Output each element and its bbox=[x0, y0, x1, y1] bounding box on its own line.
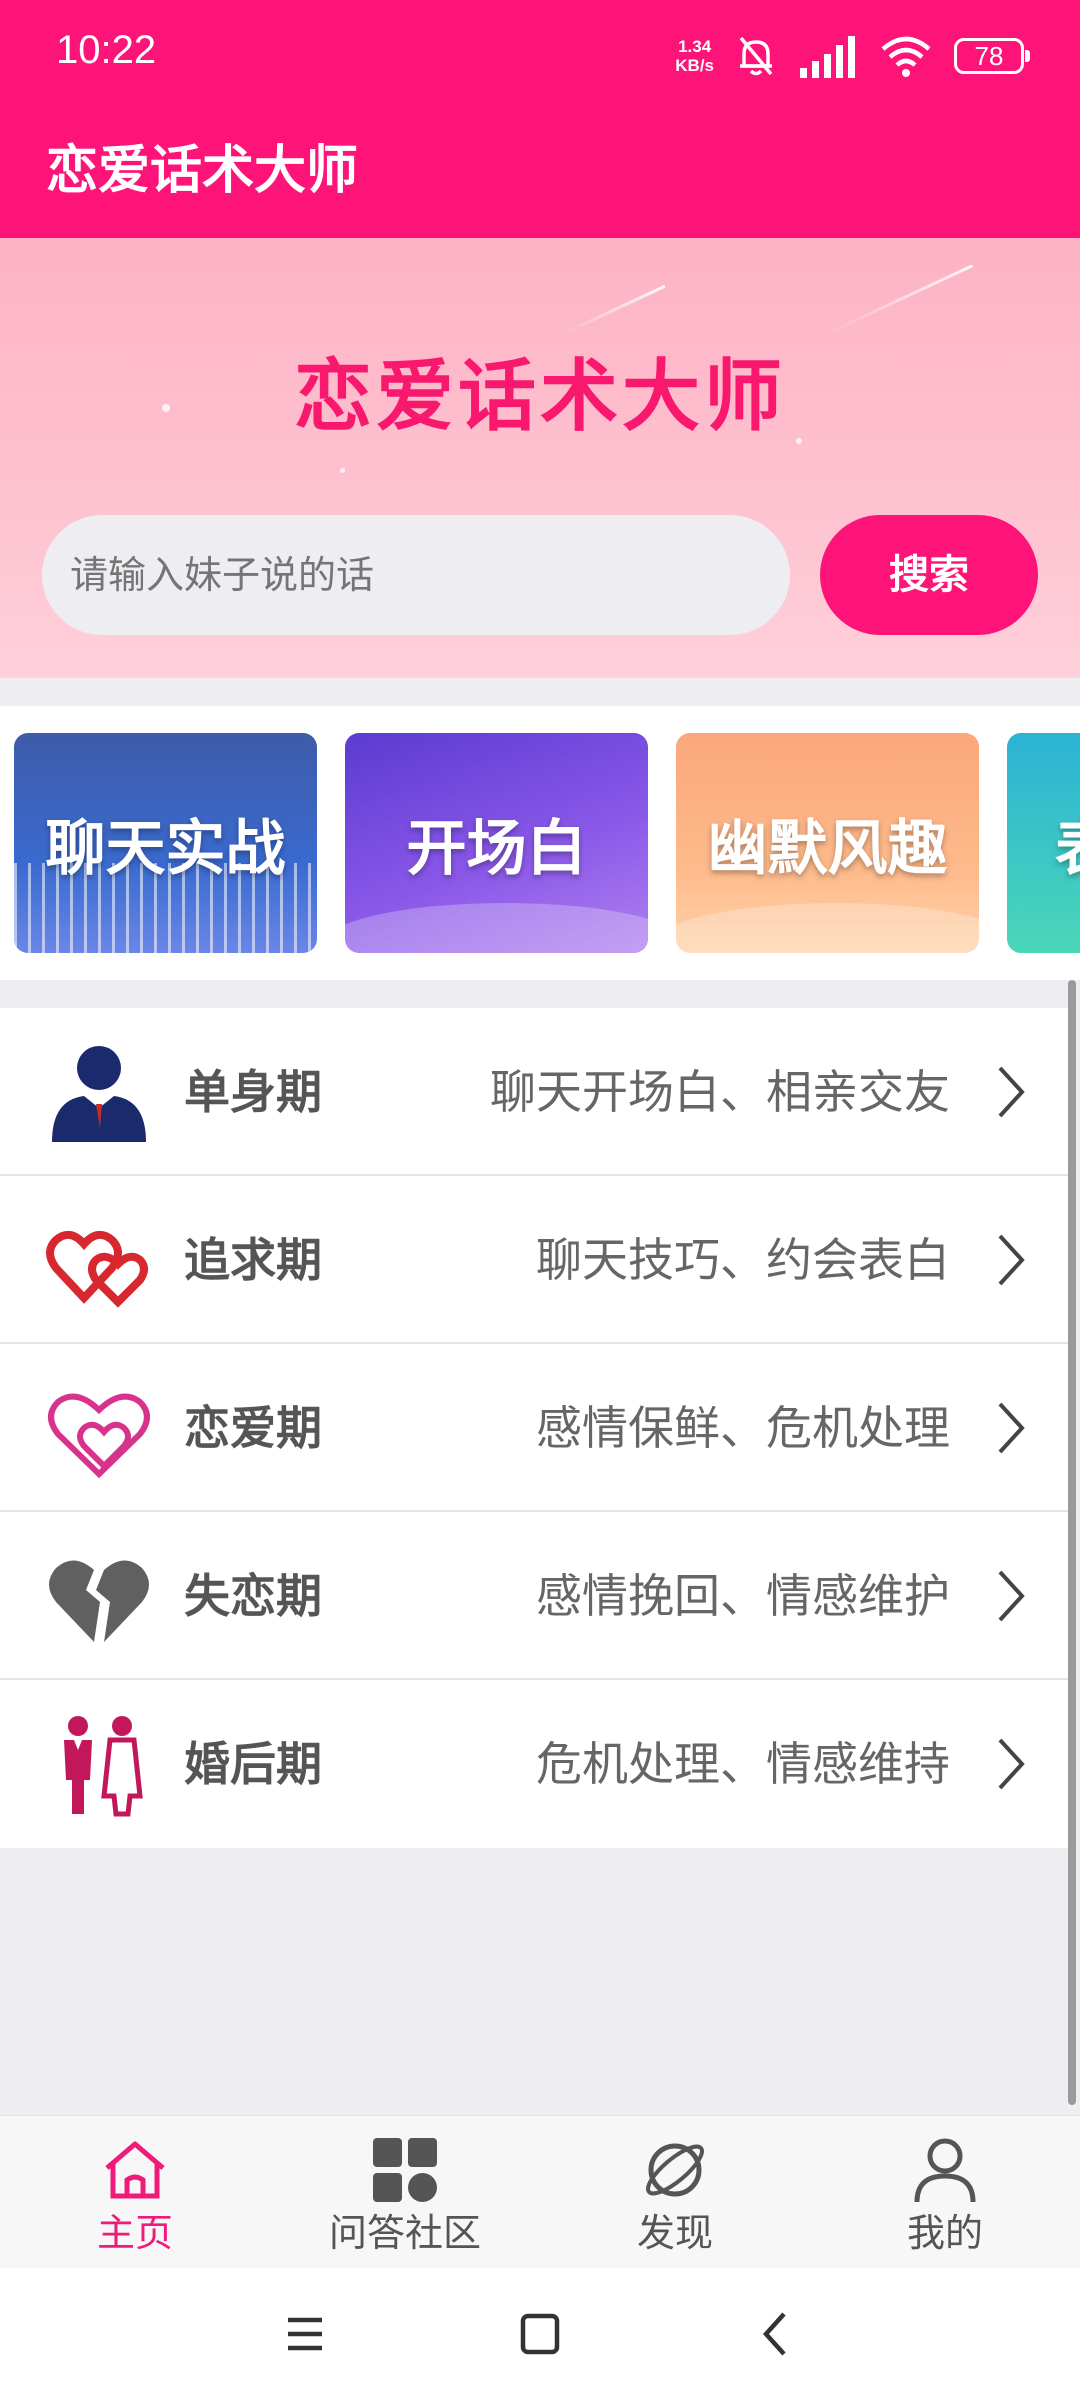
broken-heart-icon bbox=[49, 1560, 149, 1642]
bottom-nav: 主页 问答社区 发现 我的 bbox=[0, 2115, 1080, 2268]
double-heart-pink-icon bbox=[48, 1393, 150, 1479]
category-card-humor[interactable]: 幽默风趣 bbox=[676, 733, 979, 953]
system-nav-bar bbox=[0, 2268, 1080, 2400]
tab-label: 我的 bbox=[906, 2211, 983, 2255]
wave-decoration bbox=[676, 903, 979, 953]
status-time: 10:22 bbox=[56, 28, 157, 72]
list-item-single[interactable]: 单身期 聊天开场白、相亲交友 bbox=[0, 1008, 1068, 1176]
list-item-dating[interactable]: 恋爱期 感情保鲜、危机处理 bbox=[0, 1344, 1068, 1512]
chevron-right-icon bbox=[998, 1402, 1025, 1454]
back-button[interactable] bbox=[750, 2268, 800, 2400]
category-card-opening-lines[interactable]: 开场白 bbox=[345, 733, 648, 953]
stage-name: 追求期 bbox=[184, 1233, 322, 1287]
stage-desc: 感情挽回、情感维护 bbox=[536, 1569, 950, 1623]
home-icon bbox=[105, 2141, 165, 2199]
stage-name: 失恋期 bbox=[184, 1569, 322, 1623]
app-title: 恋爱话术大师 bbox=[46, 141, 359, 201]
list-item-pursuit[interactable]: 追求期 聊天技巧、约会表白 bbox=[0, 1176, 1068, 1344]
scrollbar[interactable] bbox=[1068, 980, 1076, 2105]
menu-button[interactable] bbox=[280, 2268, 330, 2400]
banner-title: 恋爱话术大师 bbox=[293, 352, 786, 442]
mute-bell-icon bbox=[739, 36, 773, 76]
tab-qa-community[interactable]: 问答社区 bbox=[270, 2116, 540, 2269]
stage-desc: 聊天技巧、约会表白 bbox=[536, 1233, 950, 1287]
planet-icon bbox=[646, 2143, 704, 2197]
home-nav-button[interactable] bbox=[515, 2268, 565, 2400]
stage-name: 婚后期 bbox=[184, 1737, 322, 1791]
grid-icon bbox=[373, 2138, 437, 2202]
battery-indicator: 78 bbox=[954, 38, 1030, 74]
tab-mine[interactable]: 我的 bbox=[810, 2116, 1080, 2269]
double-heart-red-icon bbox=[46, 1230, 148, 1308]
list-item-breakup[interactable]: 失恋期 感情挽回、情感维护 bbox=[0, 1512, 1068, 1680]
chevron-right-icon bbox=[998, 1570, 1025, 1622]
square-icon bbox=[520, 2313, 560, 2355]
star-decoration bbox=[340, 468, 345, 473]
search-button[interactable]: 搜索 bbox=[820, 515, 1038, 635]
list-item-married[interactable]: 婚后期 危机处理、情感维持 bbox=[0, 1680, 1068, 1848]
search-input[interactable] bbox=[42, 515, 790, 635]
category-card-partial[interactable]: 表 bbox=[1007, 733, 1080, 953]
person-icon bbox=[914, 2138, 976, 2203]
network-speed: 1.34 KB/s bbox=[675, 37, 714, 75]
shooting-star-decoration bbox=[564, 284, 666, 335]
chevron-right-icon bbox=[998, 1738, 1025, 1790]
menu-icon bbox=[288, 2317, 322, 2351]
app-bar: 10:22 1.34 KB/s 78 恋爱话术大师 bbox=[0, 0, 1080, 238]
stage-name: 恋爱期 bbox=[184, 1401, 322, 1455]
single-man-icon bbox=[52, 1046, 146, 1142]
stage-list: 单身期 聊天开场白、相亲交友 追求期 聊天技巧、约会表白 恋爱期 感情保鲜、危机… bbox=[0, 1008, 1068, 1848]
category-carousel[interactable]: 聊天实战 开场白 幽默风趣 表 bbox=[0, 706, 1080, 980]
couple-icon bbox=[64, 1716, 143, 1817]
tab-label: 发现 bbox=[636, 2211, 713, 2255]
wifi-icon bbox=[881, 36, 931, 77]
stage-desc: 危机处理、情感维持 bbox=[536, 1737, 950, 1791]
status-icons: 1.34 KB/s 78 bbox=[675, 28, 1030, 84]
chevron-right-icon bbox=[998, 1234, 1025, 1286]
category-card-chat-practice[interactable]: 聊天实战 bbox=[14, 733, 317, 953]
stage-name: 单身期 bbox=[184, 1065, 322, 1119]
status-bar: 10:22 1.34 KB/s 78 bbox=[0, 0, 1080, 110]
chevron-right-icon bbox=[998, 1066, 1025, 1118]
back-chevron-icon bbox=[762, 2312, 786, 2356]
hero-banner: 恋爱话术大师 搜索 bbox=[0, 238, 1080, 678]
tab-home[interactable]: 主页 bbox=[0, 2116, 270, 2269]
shooting-star-decoration bbox=[826, 264, 974, 335]
stage-desc: 聊天开场白、相亲交友 bbox=[490, 1065, 950, 1119]
tab-label: 问答社区 bbox=[328, 2211, 481, 2255]
tab-label: 主页 bbox=[96, 2211, 173, 2255]
signal-icon bbox=[800, 36, 855, 78]
tab-discover[interactable]: 发现 bbox=[540, 2116, 810, 2269]
wave-decoration bbox=[345, 903, 648, 953]
stage-desc: 感情保鲜、危机处理 bbox=[536, 1401, 950, 1455]
